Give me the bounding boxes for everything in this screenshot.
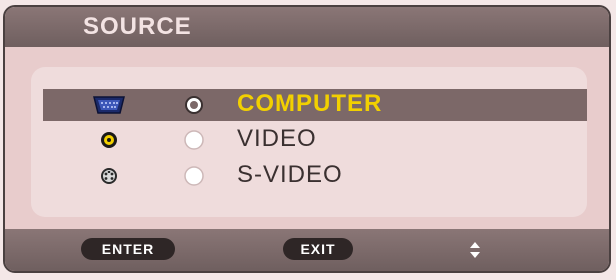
enter-button[interactable]: ENTER (81, 238, 175, 260)
radio-button[interactable] (183, 129, 205, 151)
option-label: S-VIDEO (237, 161, 343, 188)
radio-button[interactable] (183, 94, 205, 116)
option-label: COMPUTER (237, 90, 383, 117)
computer-vga-icon (93, 96, 125, 114)
up-down-arrows-icon (470, 242, 480, 258)
menu-footer: ENTER EXIT (5, 229, 609, 271)
source-menu: SOURCE COMPUTER VIDEO S-VIDEO ENTER EXIT (3, 5, 611, 273)
menu-title-bar: SOURCE (5, 7, 609, 47)
source-option-computer[interactable]: COMPUTER (43, 89, 587, 121)
source-option-video[interactable]: VIDEO (43, 124, 587, 156)
radio-button[interactable] (183, 165, 205, 187)
composite-video-icon (101, 132, 117, 148)
menu-title: SOURCE (83, 13, 192, 40)
option-label: VIDEO (237, 125, 317, 152)
source-option-s-video[interactable]: S-VIDEO (43, 160, 587, 192)
svideo-icon (101, 168, 117, 184)
exit-button[interactable]: EXIT (283, 238, 353, 260)
